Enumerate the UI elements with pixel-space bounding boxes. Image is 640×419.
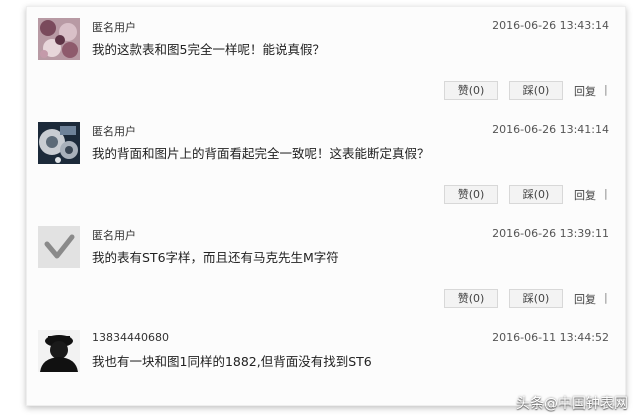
- like-button[interactable]: 赞(0): [444, 289, 498, 308]
- comment-item: 匿名用户 2016-06-26 13:43:14 我的这款表和图5完全一样呢！能…: [27, 7, 627, 111]
- reply-link[interactable]: 回复: [574, 291, 596, 307]
- silhouette-avatar[interactable]: [38, 330, 80, 372]
- timestamp: 2016-06-11 13:44:52: [492, 331, 609, 344]
- comment-list: 匿名用户 2016-06-26 13:43:14 我的这款表和图5完全一样呢！能…: [26, 6, 626, 406]
- like-button[interactable]: 赞(0): [444, 81, 498, 100]
- timestamp: 2016-06-26 13:41:14: [492, 123, 609, 136]
- comment-text: 我的这款表和图5完全一样呢！能说真假？: [92, 42, 325, 57]
- like-button[interactable]: 赞(0): [444, 185, 498, 204]
- comment-item: 匿名用户 2016-06-26 13:39:11 我的表有ST6字样，而且还有马…: [27, 215, 627, 319]
- watermark: 头条@中国钟表网: [516, 396, 628, 412]
- username: 匿名用户: [92, 125, 136, 138]
- comment-text: 我的表有ST6字样，而且还有马克先生M字符: [92, 250, 339, 265]
- separator: |: [604, 291, 608, 304]
- timestamp: 2016-06-26 13:43:14: [492, 19, 609, 32]
- reply-link[interactable]: 回复: [574, 83, 596, 99]
- floral-pattern-avatar[interactable]: [38, 18, 80, 60]
- gear-avatar[interactable]: [38, 122, 80, 164]
- separator: |: [604, 187, 608, 200]
- dislike-button[interactable]: 踩(0): [509, 185, 563, 204]
- timestamp: 2016-06-26 13:39:11: [492, 227, 609, 240]
- dislike-button[interactable]: 踩(0): [509, 289, 563, 308]
- comment-text: 我的背面和图片上的背面看起完全一致呢！这表能断定真假？: [92, 146, 430, 161]
- checkmark-avatar[interactable]: [38, 226, 80, 268]
- username: 匿名用户: [92, 229, 136, 242]
- reply-link[interactable]: 回复: [574, 187, 596, 203]
- username: 13834440680: [92, 331, 169, 344]
- separator: |: [604, 83, 608, 96]
- comment-text: 我也有一块和图1同样的1882,但背面没有找到ST6: [92, 354, 372, 369]
- comment-item: 匿名用户 2016-06-26 13:41:14 我的背面和图片上的背面看起完全…: [27, 111, 627, 215]
- dislike-button[interactable]: 踩(0): [509, 81, 563, 100]
- username: 匿名用户: [92, 21, 136, 34]
